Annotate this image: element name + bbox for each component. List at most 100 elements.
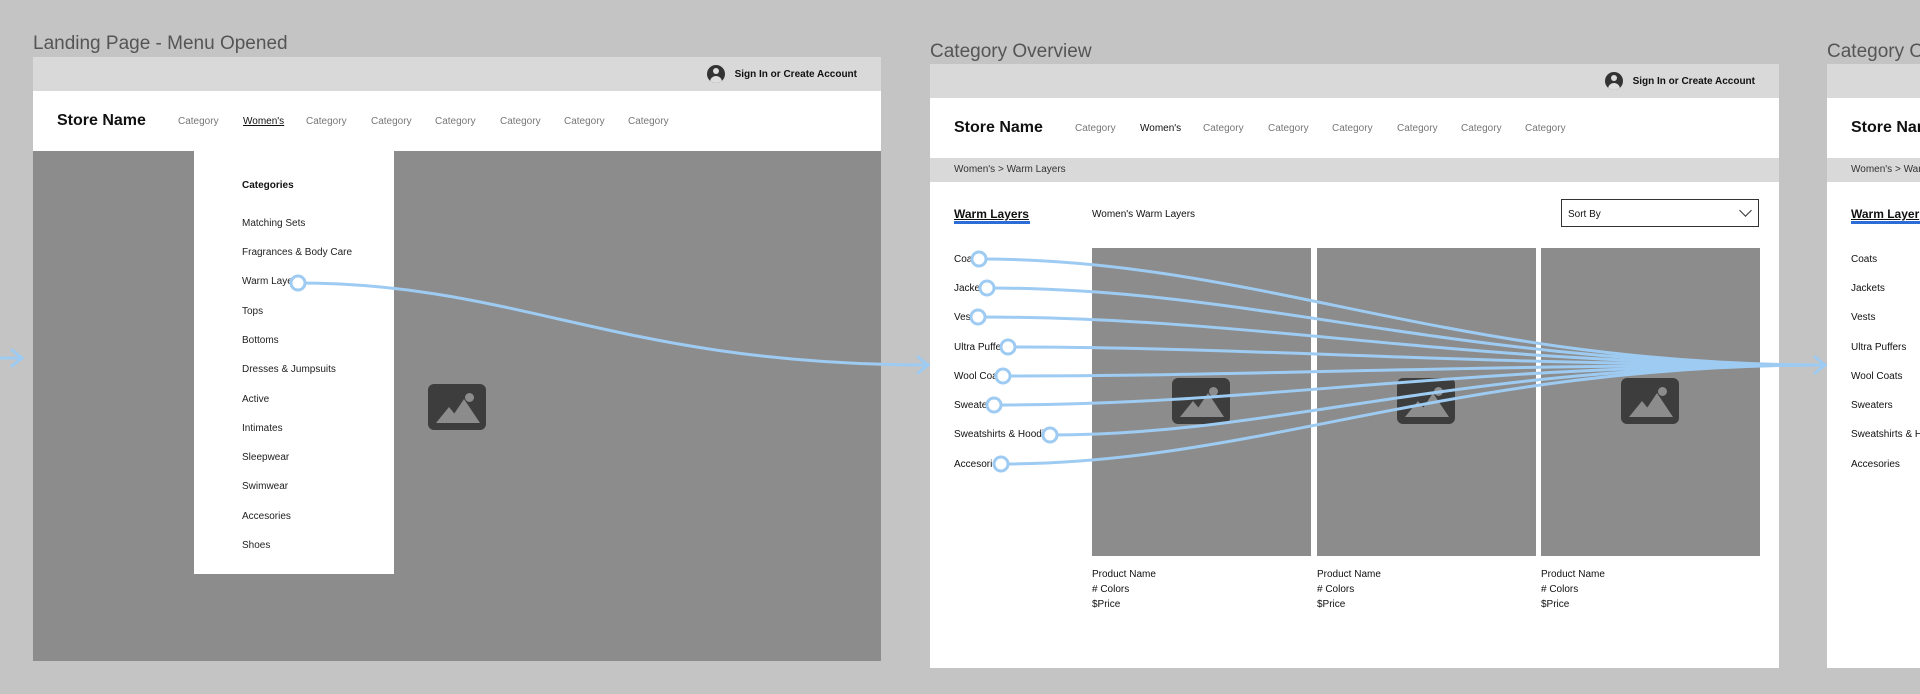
product-name[interactable]: Product Name — [1317, 567, 1381, 582]
store-name[interactable]: Store Name — [954, 119, 1043, 137]
chevron-down-icon — [1739, 204, 1752, 217]
filter-item[interactable]: Jackets — [1851, 283, 1885, 294]
filter-item[interactable]: Ultra Puffers — [1851, 342, 1906, 353]
nav-item[interactable]: Category — [1525, 123, 1566, 134]
nav-item[interactable]: Category — [435, 116, 476, 127]
sign-in-label: Sign In or Create Account — [734, 68, 857, 80]
product-colors: # Colors — [1541, 584, 1579, 595]
filter-item[interactable]: Ves — [954, 312, 971, 323]
sort-by-dropdown[interactable]: Sort By — [1561, 199, 1759, 227]
menu-item[interactable]: Bottoms — [242, 335, 279, 346]
nav-item[interactable]: Category — [564, 116, 605, 127]
category-overview-frame: Sign In or Create Account Store Name Cat… — [930, 64, 1779, 668]
sign-in-link[interactable]: Sign In or Create Account — [706, 65, 857, 83]
filter-item[interactable]: Wool Coats — [1851, 371, 1903, 382]
menu-item[interactable]: Fragrances & Body Care — [242, 247, 352, 258]
user-icon — [1604, 72, 1623, 90]
product-card-image[interactable] — [1317, 248, 1536, 556]
nav-bar: Store Name Category Women's Category Cat… — [930, 98, 1779, 158]
nav-item[interactable]: Category — [628, 116, 669, 127]
filter-item[interactable]: Coa — [954, 254, 972, 265]
menu-item-warm-layers[interactable]: Warm Laye — [242, 276, 293, 287]
user-icon — [706, 65, 725, 83]
categories-dropdown-menu: Categories Matching Sets Fragrances & Bo… — [194, 151, 394, 574]
sign-in-label: Sign In or Create Account — [1632, 75, 1755, 87]
connector-arrowhead — [10, 348, 25, 368]
section-subtitle: Women's Warm Layers — [1092, 209, 1196, 220]
product-colors: # Colors — [1092, 584, 1130, 595]
nav-item[interactable]: Category — [1332, 123, 1373, 134]
breadcrumb[interactable]: Women's > Warr — [1851, 164, 1920, 175]
menu-title: Categories — [242, 180, 294, 191]
connector-arrowhead — [916, 355, 931, 375]
menu-item[interactable]: Dresses & Jumpsuits — [242, 364, 336, 375]
top-bar: Sign In or Create Account — [33, 57, 881, 91]
filter-item[interactable]: Vests — [1851, 312, 1875, 323]
breadcrumb-bar: Women's > Warr — [1827, 158, 1920, 182]
frame-title-category-overview-2: Category O — [1827, 41, 1920, 62]
nav-item[interactable]: Category — [500, 116, 541, 127]
filter-item[interactable]: Sweate — [954, 400, 987, 411]
filter-item[interactable]: Jacke — [954, 283, 980, 294]
heading-underline — [954, 221, 1030, 224]
sign-in-link[interactable]: Sign In or Create Account — [1604, 72, 1755, 90]
filter-item[interactable]: Sweaters — [1851, 400, 1893, 411]
connector-arrowhead — [1813, 355, 1828, 375]
product-name[interactable]: Product Name — [1092, 567, 1156, 582]
menu-item[interactable]: Active — [242, 394, 269, 405]
frame-title-landing: Landing Page - Menu Opened — [33, 33, 288, 54]
product-info: Product Name # Colors $Price — [1541, 567, 1605, 612]
filter-item[interactable]: Accesori — [954, 459, 992, 470]
landing-page-frame: Sign In or Create Account Store Name Cat… — [33, 57, 881, 661]
nav-item[interactable]: Category — [371, 116, 412, 127]
product-info: Product Name # Colors $Price — [1317, 567, 1381, 612]
menu-item[interactable]: Swimwear — [242, 481, 288, 492]
breadcrumb-bar: Women's > Warm Layers — [930, 158, 1779, 182]
product-card-image[interactable] — [1092, 248, 1311, 556]
nav-item[interactable]: Category — [1268, 123, 1309, 134]
filter-item[interactable]: Ultra Puffe — [954, 342, 1001, 353]
filter-item[interactable]: Sweatshirts & Hoodi — [954, 429, 1044, 440]
page-title: Warm Layers — [954, 207, 1029, 221]
nav-item[interactable]: Category — [1461, 123, 1502, 134]
top-bar — [1827, 64, 1920, 98]
image-icon — [1172, 378, 1230, 424]
breadcrumb[interactable]: Women's > Warm Layers — [954, 164, 1066, 175]
frame-title-category-overview: Category Overview — [930, 41, 1092, 62]
nav-item[interactable]: Category — [1203, 123, 1244, 134]
image-icon — [428, 384, 486, 430]
image-icon — [1397, 378, 1455, 424]
nav-item[interactable]: Category — [1397, 123, 1438, 134]
hero-image-placeholder — [33, 151, 881, 661]
heading-underline — [1851, 221, 1920, 224]
product-name[interactable]: Product Name — [1541, 567, 1605, 582]
filter-item[interactable]: Coats — [1851, 254, 1877, 265]
page-title: Warm Layer — [1851, 207, 1920, 221]
nav-bar: Store Name Category Women's Category Cat… — [33, 91, 881, 151]
menu-item[interactable]: Matching Sets — [242, 218, 305, 229]
product-price: $Price — [1541, 599, 1570, 610]
category-overview-frame-cropped: Store Nar Women's > Warr Warm Layer Coat… — [1827, 64, 1920, 668]
nav-item-womens[interactable]: Women's — [243, 116, 284, 127]
nav-bar: Store Nar — [1827, 98, 1920, 158]
product-info: Product Name # Colors $Price — [1092, 567, 1156, 612]
product-price: $Price — [1317, 599, 1346, 610]
nav-item[interactable]: Category — [178, 116, 219, 127]
nav-item[interactable]: Category — [306, 116, 347, 127]
menu-item[interactable]: Intimates — [242, 423, 283, 434]
nav-item[interactable]: Category — [1075, 123, 1116, 134]
product-card-image[interactable] — [1541, 248, 1760, 556]
store-name[interactable]: Store Name — [57, 112, 146, 130]
product-colors: # Colors — [1317, 584, 1355, 595]
store-name[interactable]: Store Nar — [1851, 119, 1920, 137]
filter-item[interactable]: Wool Coa — [954, 371, 998, 382]
menu-item[interactable]: Tops — [242, 306, 263, 317]
nav-item-womens[interactable]: Women's — [1140, 123, 1181, 134]
filter-item[interactable]: Sweatshirts & H — [1851, 429, 1920, 440]
menu-item[interactable]: Shoes — [242, 540, 270, 551]
sort-by-label: Sort By — [1568, 209, 1601, 220]
filter-item[interactable]: Accesories — [1851, 459, 1900, 470]
product-price: $Price — [1092, 599, 1121, 610]
menu-item[interactable]: Accesories — [242, 511, 291, 522]
menu-item[interactable]: Sleepwear — [242, 452, 289, 463]
